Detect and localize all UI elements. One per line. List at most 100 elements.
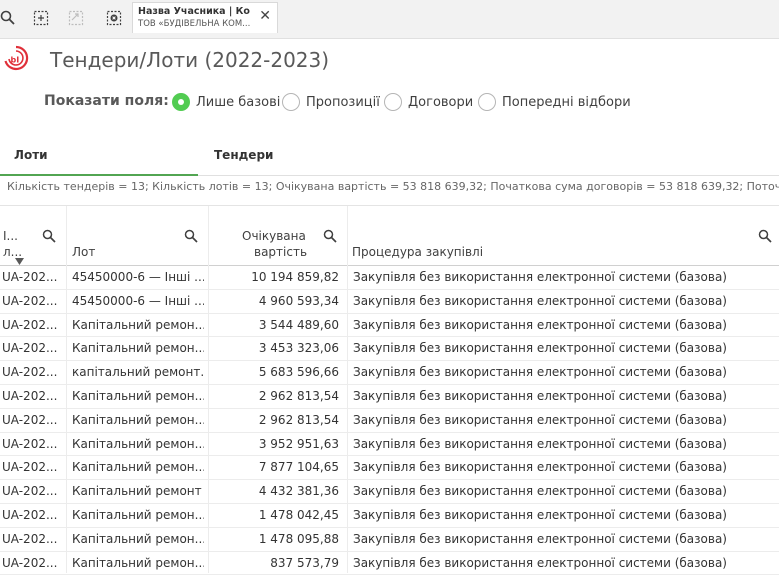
cell-lot[interactable]: 45450000-6 — Інші ... xyxy=(72,266,204,288)
cell-procedure[interactable]: Закупівля без використання електронної с… xyxy=(353,456,773,478)
table-row[interactable]: UA-202... Капітальний ремонт 4 432 381,36 З… xyxy=(0,480,779,504)
selection-value: ТОВ «БУДІВЕЛЬНА КОМ... xyxy=(138,19,250,29)
cell-id[interactable]: UA-202... xyxy=(2,385,62,407)
column-header-label: Очікувана xyxy=(242,229,306,243)
table-row[interactable]: UA-202... Капітальний ремон... 7 877 104,6… xyxy=(0,456,779,481)
cell-procedure[interactable]: Закупівля без використання електронної с… xyxy=(353,290,773,312)
search-icon[interactable] xyxy=(323,229,337,243)
table-row[interactable]: UA-202... Капітальний ремон... 2 962 813,5… xyxy=(0,409,779,433)
cell-expected-value[interactable]: 2 962 813,54 xyxy=(212,385,339,407)
cell-id[interactable]: UA-202... xyxy=(2,361,62,383)
search-icon[interactable] xyxy=(184,229,198,243)
table-row[interactable]: UA-202... 45450000-6 — Інші ... 4 960 593,… xyxy=(0,290,779,314)
cell-id[interactable]: UA-202... xyxy=(2,409,62,431)
cell-lot[interactable]: Капітальний ремон... xyxy=(72,504,204,526)
cell-id[interactable]: UA-202... xyxy=(2,456,62,478)
cell-procedure[interactable]: Закупівля без використання електронної с… xyxy=(353,504,773,526)
cell-procedure[interactable]: Закупівля без використання електронної с… xyxy=(353,337,773,359)
cell-id[interactable]: UA-202... xyxy=(2,433,62,455)
selections-toolbar: Назва Учасника | Ко... ТОВ «БУДІВЕЛЬНА К… xyxy=(0,0,779,39)
cell-lot[interactable]: 45450000-6 — Інші ... xyxy=(72,290,204,312)
cell-lot[interactable]: Капітальний ремон... xyxy=(72,385,204,407)
radio-circle xyxy=(172,93,190,111)
table-row[interactable]: UA-202... Капітальний ремон... 837 573,79 З… xyxy=(0,552,779,575)
column-header-label: Лот xyxy=(72,245,96,259)
cell-expected-value[interactable]: 1 478 042,45 xyxy=(212,504,339,526)
cell-lot[interactable]: Капітальний ремон... xyxy=(72,552,204,574)
cell-id[interactable]: UA-202... xyxy=(2,480,62,502)
close-icon[interactable]: ✕ xyxy=(259,9,271,23)
selection-field-name: Назва Учасника | Ко... xyxy=(138,6,250,17)
cell-lot[interactable]: Капітальний ремон... xyxy=(72,528,204,550)
cell-procedure[interactable]: Закупівля без використання електронної с… xyxy=(353,385,773,407)
cell-expected-value[interactable]: 837 573,79 xyxy=(212,552,339,574)
cell-lot[interactable]: Капітальний ремон... xyxy=(72,409,204,431)
cell-expected-value[interactable]: 10 194 859,82 xyxy=(212,266,339,288)
fields-label: Показати поля: xyxy=(44,93,169,109)
column-header-label: вартість xyxy=(254,245,308,259)
tab-lots[interactable]: Лоти xyxy=(14,148,48,162)
search-icon[interactable] xyxy=(42,229,56,243)
cell-expected-value[interactable]: 5 683 596,66 xyxy=(212,361,339,383)
step-forward-icon[interactable] xyxy=(66,8,86,28)
table-row[interactable]: UA-202... 45450000-6 — Інші ... 10 194 859… xyxy=(0,266,779,290)
radio-contracts[interactable]: Договори xyxy=(384,91,473,113)
sort-desc-icon[interactable] xyxy=(15,258,24,265)
cell-procedure[interactable]: Закупівля без використання електронної с… xyxy=(353,361,773,383)
cell-expected-value[interactable]: 3 453 323,06 xyxy=(212,337,339,359)
table-row[interactable]: UA-202... Капітальний ремон... 3 544 489,6… xyxy=(0,314,779,338)
radio-circle xyxy=(384,93,402,111)
cell-lot[interactable]: капітальний ремонт... xyxy=(72,361,204,383)
table-row[interactable]: UA-202... Капітальний ремон... 3 952 951,6… xyxy=(0,433,779,457)
column-header-id[interactable]: І... л... xyxy=(0,206,67,266)
search-icon[interactable] xyxy=(758,229,772,243)
cell-lot[interactable]: Капітальний ремон... xyxy=(72,433,204,455)
cell-lot[interactable]: Капітальний ремон... xyxy=(72,337,204,359)
cell-id[interactable]: UA-202... xyxy=(2,266,62,288)
cell-procedure[interactable]: Закупівля без використання електронної с… xyxy=(353,480,773,502)
selection-chip[interactable]: Назва Учасника | Ко... ТОВ «БУДІВЕЛЬНА К… xyxy=(132,2,278,33)
column-header-label: І... xyxy=(3,229,18,243)
clear-selections-icon[interactable] xyxy=(104,8,124,28)
table-body: UA-202... 45450000-6 — Інші ... 10 194 859… xyxy=(0,266,779,575)
table-row[interactable]: UA-202... Капітальний ремон... 3 453 323,0… xyxy=(0,337,779,362)
tab-tenders[interactable]: Тендери xyxy=(214,148,273,162)
lots-table: І... л... Лот Очікувана вартість Процеду… xyxy=(0,205,779,575)
cell-id[interactable]: UA-202... xyxy=(2,290,62,312)
cell-procedure[interactable]: Закупівля без використання електронної с… xyxy=(353,314,773,336)
radio-label: Договори xyxy=(408,94,474,110)
svg-text:bI: bI xyxy=(11,56,20,65)
radio-basic-only[interactable]: Лише базові xyxy=(172,91,280,113)
cell-expected-value[interactable]: 2 962 813,54 xyxy=(212,409,339,431)
cell-expected-value[interactable]: 3 544 489,60 xyxy=(212,314,339,336)
table-row[interactable]: UA-202... Капітальний ремон... 2 962 813,5… xyxy=(0,385,779,409)
radio-prequalifications[interactable]: Попередні відбори xyxy=(478,91,631,113)
cell-procedure[interactable]: Закупівля без використання електронної с… xyxy=(353,409,773,431)
cell-expected-value[interactable]: 3 952 951,63 xyxy=(212,433,339,455)
cell-procedure[interactable]: Закупівля без використання електронної с… xyxy=(353,266,773,288)
cell-expected-value[interactable]: 7 877 104,65 xyxy=(212,456,339,478)
cell-procedure[interactable]: Закупівля без використання електронної с… xyxy=(353,528,773,550)
cell-lot[interactable]: Капітальний ремон... xyxy=(72,456,204,478)
table-row[interactable]: UA-202... Капітальний ремон... 1 478 095,8… xyxy=(0,528,779,552)
cell-procedure[interactable]: Закупівля без використання електронної с… xyxy=(353,433,773,455)
cell-id[interactable]: UA-202... xyxy=(2,337,62,359)
column-header-procedure[interactable]: Процедура закупівлі xyxy=(348,206,779,266)
table-row[interactable]: UA-202... Капітальний ремон... 1 478 042,4… xyxy=(0,504,779,528)
cell-lot[interactable]: Капітальний ремон... xyxy=(72,314,204,336)
cell-procedure[interactable]: Закупівля без використання електронної с… xyxy=(353,552,773,574)
cell-expected-value[interactable]: 4 432 381,36 xyxy=(212,480,339,502)
table-row[interactable]: UA-202... капітальний ремонт... 5 683 596,… xyxy=(0,361,779,385)
cell-lot[interactable]: Капітальний ремонт xyxy=(72,480,204,502)
cell-expected-value[interactable]: 1 478 095,88 xyxy=(212,528,339,550)
cell-id[interactable]: UA-202... xyxy=(2,552,62,574)
smart-search-icon[interactable] xyxy=(0,8,18,28)
column-header-lot[interactable]: Лот xyxy=(67,206,209,266)
cell-expected-value[interactable]: 4 960 593,34 xyxy=(212,290,339,312)
cell-id[interactable]: UA-202... xyxy=(2,314,62,336)
column-header-expected-value[interactable]: Очікувана вартість xyxy=(209,206,348,266)
cell-id[interactable]: UA-202... xyxy=(2,528,62,550)
selections-tool-icon[interactable] xyxy=(31,8,51,28)
cell-id[interactable]: UA-202... xyxy=(2,504,62,526)
radio-proposals[interactable]: Пропозиції xyxy=(282,91,380,113)
